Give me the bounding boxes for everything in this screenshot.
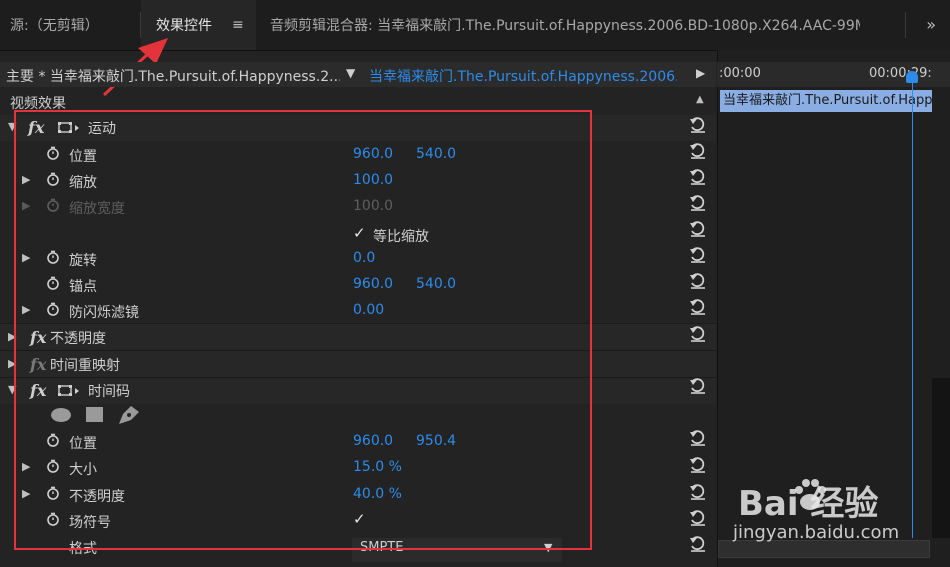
master-clip-label[interactable]: 主要 * 当幸福来敲门.The.Pursuit.of.Happyness.2..… (6, 66, 340, 86)
tab-divider (905, 12, 906, 38)
reset-icon[interactable] (689, 326, 707, 342)
reset-icon[interactable] (689, 195, 707, 211)
tab-overflow-icon[interactable]: » (926, 0, 936, 50)
reset-icon[interactable] (689, 510, 707, 526)
playhead-line[interactable] (912, 78, 913, 538)
reset-icon[interactable] (689, 247, 707, 263)
toggle-timeline-icon[interactable]: ▶ (696, 66, 705, 80)
reset-icon[interactable] (689, 273, 707, 289)
reset-icon[interactable] (689, 143, 707, 159)
reset-icon[interactable] (689, 484, 707, 500)
reset-icon[interactable] (689, 378, 707, 394)
vertical-scrollbar[interactable] (932, 378, 950, 538)
playhead-handle-icon[interactable] (906, 71, 918, 83)
reset-icon[interactable] (689, 457, 707, 473)
master-dropdown-icon[interactable]: ▼ (346, 66, 355, 80)
tab-source[interactable]: 源:（无剪辑） (10, 0, 99, 50)
ruler-time-start: :00:00 (719, 66, 761, 81)
tab-audio-clip-mixer[interactable]: 音频剪辑混合器: 当幸福来敲门.The.Pursuit.of.Happyness… (270, 0, 860, 50)
reset-icon[interactable] (689, 430, 707, 446)
panel-menu-icon[interactable]: ≡ (232, 17, 244, 33)
reset-icon[interactable] (689, 169, 707, 185)
paw-icon (795, 479, 826, 510)
timeline-clip[interactable]: 当幸福来敲门.The.Pursuit.of.Happyness (720, 90, 932, 112)
annotation-highlight-box (14, 110, 592, 550)
sequence-clip-label[interactable]: 当幸福来敲门.The.Pursuit.of.Happyness.2006.... (369, 66, 677, 86)
reset-icon[interactable] (689, 536, 707, 552)
scroll-up-icon[interactable]: ▲ (696, 94, 704, 105)
reset-icon[interactable] (689, 299, 707, 315)
reset-icon[interactable] (689, 221, 707, 237)
reset-icon[interactable] (689, 117, 707, 133)
watermark-url: jingyan.baidu.com (733, 522, 900, 543)
